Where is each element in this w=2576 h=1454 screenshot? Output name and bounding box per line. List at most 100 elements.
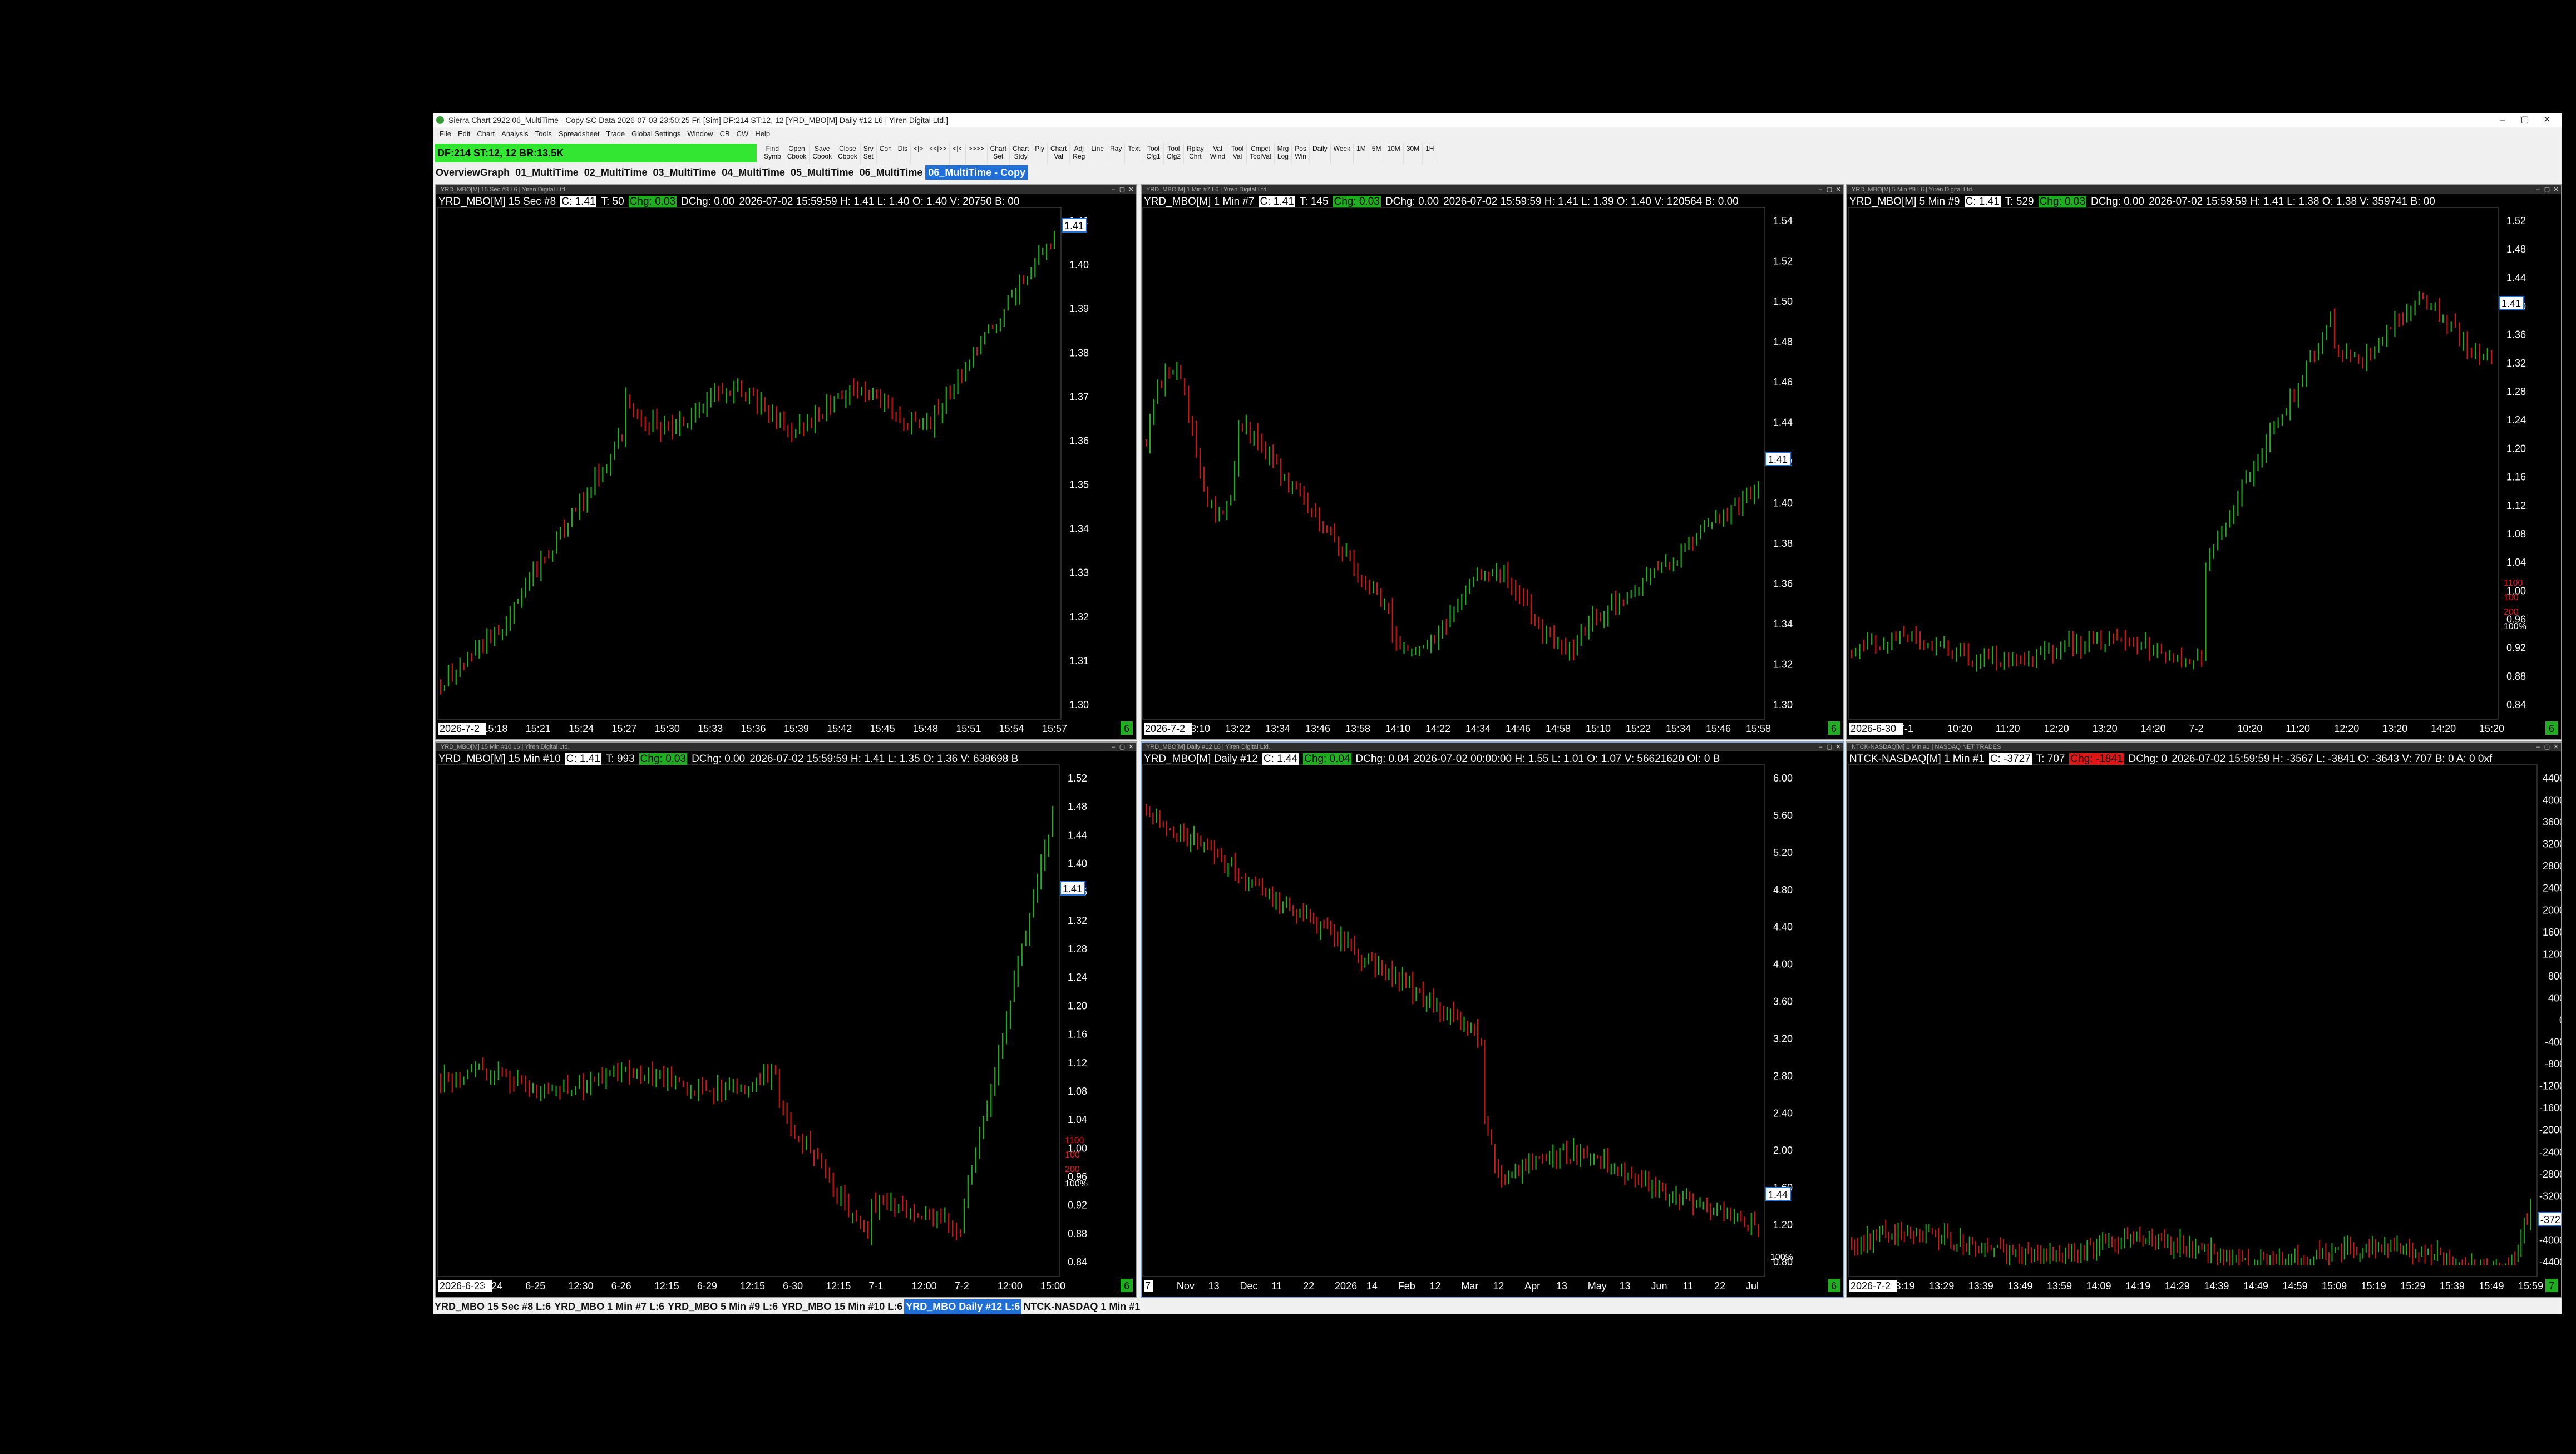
y-tick-label: 1600 [2543,927,2561,938]
toolbar-button-6[interactable]: Dis [895,144,911,164]
menu-trade[interactable]: Trade [606,130,625,138]
toolbar-button-9[interactable]: <|< [950,144,966,164]
toolbar-button-15[interactable]: Adj Reg [1070,144,1089,164]
ohlc-readout: 2026-07-02 15:59:59 H: -3567 L: -3841 O:… [2172,753,2493,765]
x-tick-label: 15:49 [2479,1280,2504,1292]
toolbar-button-27[interactable]: Daily [1310,144,1331,164]
toolbar-button-7[interactable]: <|> [911,144,927,164]
chartbook-tab-7[interactable]: 06_MultiTime - Copy [925,165,1029,180]
menu-spreadsheet[interactable]: Spreadsheet [559,130,600,138]
x-tick-label: 6-29 [697,1280,717,1292]
toolbar-button-14[interactable]: Chart Val [1048,144,1070,164]
toolbar-button-17[interactable]: Ray [1107,144,1126,164]
toolbar-button-4[interactable]: Srv Set [861,144,877,164]
x-tick-label: 15:39 [784,723,809,734]
y-tick-label: 1.24 [1068,972,1087,983]
y-tick-label: -2000 [2539,1125,2561,1136]
chartbook-tab-3[interactable]: 03_MultiTime [650,165,719,180]
y-tick-label: 1.38 [1773,538,1793,549]
x-tick-label: 15:34 [1666,723,1691,734]
toolbar-button-22[interactable]: Val Wind [1207,144,1229,164]
price-chart[interactable]: 1.521.481.441.401.361.321.281.241.201.16… [1847,185,2561,739]
chartbar-item-2[interactable]: YRD_MBO 5 Min #9 L:6 [666,1299,779,1314]
menu-chart[interactable]: Chart [477,130,495,138]
chart-pane-5[interactable]: NTCK-NASDAQ[M] 1 Min #1 | NASDAQ NET TRA… [1846,741,2562,1298]
price-chart[interactable]: 1.521.481.441.401.361.321.281.241.201.16… [436,743,1136,1297]
x-tick-label: 15:51 [956,723,981,734]
menu-global-settings[interactable]: Global Settings [631,130,680,138]
minimize-button[interactable]: – [2491,113,2514,127]
price-chart[interactable]: 1.541.521.501.481.461.441.421.401.381.36… [1142,185,1843,739]
y-tick-label: 3.60 [1773,996,1793,1007]
toolbar-button-26[interactable]: Pos Win [1292,144,1310,164]
title-bar: Sierra Chart 2922 06_MultiTime - Copy SC… [433,113,2562,127]
toolbar-button-5[interactable]: Con [877,144,895,164]
close-button[interactable]: ✕ [2536,113,2558,127]
menu-help[interactable]: Help [755,130,770,138]
x-tick-label: 2026-7-2 [1145,723,1185,734]
chartbook-tab-4[interactable]: 04_MultiTime [719,165,788,180]
menu-edit[interactable]: Edit [458,130,470,138]
toolbar-button-16[interactable]: Line [1088,144,1107,164]
side-indicator-label: 1100 [1065,1136,1084,1145]
chart-pane-2[interactable]: YRD_MBO[M] 5 Min #9 L6 | Yiren Digital L… [1846,184,2562,740]
y-tick-label: -4000 [2539,1234,2561,1245]
toolbar-button-21[interactable]: Rplay Chrt [1184,144,1207,164]
chartbar-item-1[interactable]: YRD_MBO 1 Min #7 L:6 [552,1299,666,1314]
toolbar-button-33[interactable]: 1H [1423,144,1438,164]
last-price: C: 1.41 [1259,196,1295,207]
chart-pane-3[interactable]: YRD_MBO[M] 15 Min #10 L6 | Yiren Digital… [435,741,1137,1298]
chartbook-tab-0[interactable]: OverviewGraph [433,165,512,180]
toolbar-button-19[interactable]: Tool Cfg1 [1143,144,1164,164]
toolbar-button-3[interactable]: Close Cbook [835,144,861,164]
toolbar-button-0[interactable]: Find Symb [761,144,784,164]
y-tick-label: 2800 [2543,860,2561,872]
chartbar-item-4[interactable]: YRD_MBO Daily #12 L:6 [904,1299,1022,1314]
toolbar-button-28[interactable]: Week [1331,144,1354,164]
toolbar-button-30[interactable]: 5M [1369,144,1385,164]
toolbar-button-13[interactable]: Ply [1032,144,1048,164]
menu-cw[interactable]: CW [737,130,749,138]
chart-pane-1[interactable]: YRD_MBO[M] 1 Min #7 L6 | Yiren Digital L… [1141,184,1844,740]
maximize-button[interactable]: ▢ [2514,113,2536,127]
chartbook-tab-2[interactable]: 02_MultiTime [581,165,650,180]
toolbar-button-12[interactable]: Chart Stdy [1010,144,1033,164]
toolbar-button-24[interactable]: Cmpct ToolVal [1247,144,1275,164]
chartbar-item-5[interactable]: NTCK-NASDAQ 1 Min #1 [1021,1299,1142,1314]
chartbar-item-3[interactable]: YRD_MBO 15 Min #10 L:6 [779,1299,904,1314]
toolbar-button-11[interactable]: Chart Set [988,144,1010,164]
y-tick-label: 1.31 [1069,655,1089,666]
toolbar-button-32[interactable]: 30M [1404,144,1423,164]
menu-cb[interactable]: CB [720,130,730,138]
toolbar-button-31[interactable]: 10M [1384,144,1404,164]
chartbook-tab-1[interactable]: 01_MultiTime [512,165,581,180]
toolbar-button-25[interactable]: Mrg Log [1275,144,1292,164]
chartbook-tab-6[interactable]: 06_MultiTime [857,165,926,180]
menu-file[interactable]: File [440,130,451,138]
toolbar-button-10[interactable]: >>>> [966,144,988,164]
side-indicator-label: 200 [1065,1165,1080,1174]
toolbar-button-20[interactable]: Tool Cfg2 [1164,144,1185,164]
chart-pane-0[interactable]: YRD_MBO[M] 15 Sec #8 L6 | Yiren Digital … [435,184,1137,740]
x-tick-label: 15:27 [611,723,636,734]
price-chart[interactable]: 1.41 1.40 1.39 1.38 1.37 1.36 1.35 1.34 1.33 1.32… [436,185,1136,739]
toolbar-button-18[interactable]: Text [1125,144,1144,164]
menu-analysis[interactable]: Analysis [501,130,528,138]
toolbar-button-29[interactable]: 1M [1354,144,1369,164]
chartbar-item-0[interactable]: YRD_MBO 15 Sec #8 L:6 [433,1299,552,1314]
menu-tools[interactable]: Tools [535,130,552,138]
chart-pane-4[interactable]: YRD_MBO[M] Daily #12 L6 | Yiren Digital … [1141,741,1844,1298]
price-chart[interactable]: 6.00 5.60 5.20 4.80 4.40 4.00 3.60 3.20 2.80 2.40… [1142,743,1843,1297]
toolbar-button-8[interactable]: <<|>> [926,144,950,164]
chartbook-tab-5[interactable]: 05_MultiTime [788,165,857,180]
menu-window[interactable]: Window [687,130,713,138]
toolbar-button-1[interactable]: Open Cbook [784,144,810,164]
price-chart[interactable]: 4400400036003200280024002000160012008004… [1847,743,2561,1297]
y-tick-label: 1.52 [1068,773,1087,784]
x-tick-label: 6-24 [482,1280,502,1292]
toolbar-button-2[interactable]: Save Cbook [810,144,836,164]
y-tick-label: 1.16 [1068,1029,1087,1040]
toolbar-button-23[interactable]: Tool Val [1228,144,1247,164]
x-tick-label: 2026-6-23 [440,1280,485,1292]
ohlc-readout: 2026-07-02 15:59:59 H: 1.41 L: 1.39 O: 1… [1443,196,1739,207]
